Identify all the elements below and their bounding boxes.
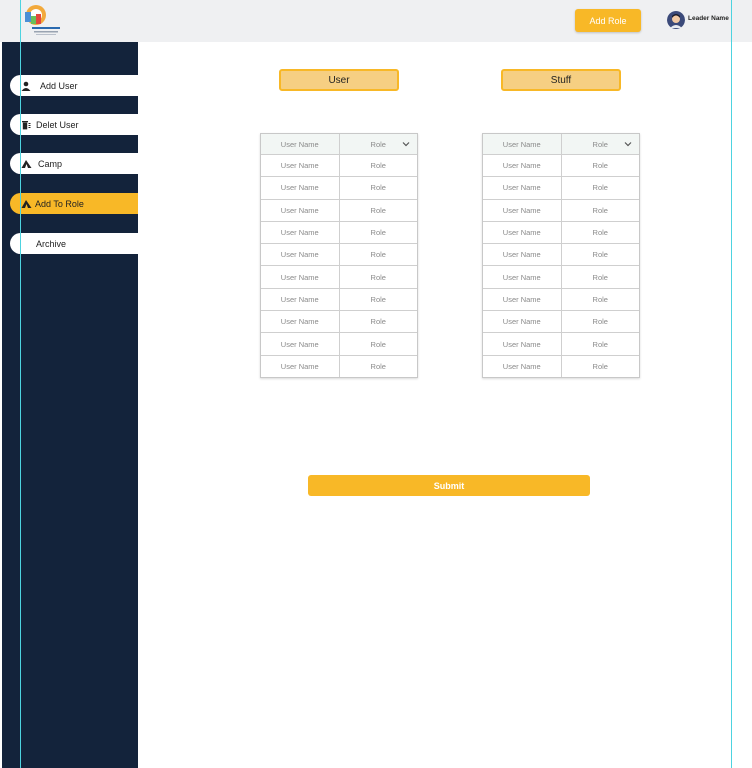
tent-icon bbox=[20, 198, 32, 210]
table-row[interactable]: User Name Role bbox=[483, 154, 640, 177]
user-name-cell: User Name bbox=[483, 288, 562, 311]
user-name-cell: User Name bbox=[483, 333, 562, 355]
sidebar-item-camp[interactable]: Camp bbox=[10, 153, 138, 174]
user-name-cell: User Name bbox=[261, 333, 340, 355]
role-cell[interactable]: Role bbox=[562, 177, 640, 198]
table-row[interactable]: User Name Role bbox=[483, 220, 640, 244]
table-row[interactable]: User Name Role bbox=[261, 332, 418, 355]
role-dropdown[interactable]: Role bbox=[562, 134, 640, 154]
table-row[interactable]: User Name Role bbox=[261, 310, 418, 333]
table-row[interactable]: User Name Role bbox=[261, 265, 418, 288]
role-cell[interactable]: Role bbox=[340, 333, 418, 354]
table-row[interactable]: User Name Role bbox=[261, 354, 418, 377]
user-table: User Name Role User Name Role User Name Role U… bbox=[260, 133, 418, 378]
user-name-cell: User Name bbox=[483, 155, 562, 177]
role-cell[interactable]: Role bbox=[340, 200, 418, 221]
sidebar-item-label: Delet User bbox=[36, 119, 79, 130]
role-cell[interactable]: Role bbox=[562, 222, 640, 243]
header-user-name: User Name bbox=[261, 134, 340, 154]
table-row[interactable]: User Name Role bbox=[261, 198, 418, 221]
table-header: User Name Role bbox=[483, 134, 639, 154]
app-logo bbox=[25, 5, 60, 35]
role-cell[interactable]: Role bbox=[562, 333, 640, 354]
sidebar-item-label: Add User bbox=[40, 80, 78, 91]
user-name-cell: User Name bbox=[261, 155, 340, 177]
table-row[interactable]: User Name Role bbox=[483, 354, 640, 377]
role-dropdown[interactable]: Role bbox=[340, 134, 418, 154]
user-name-cell: User Name bbox=[261, 266, 340, 288]
table-row[interactable]: User Name Role bbox=[261, 176, 418, 199]
header-role: Role bbox=[370, 139, 386, 149]
tent-icon bbox=[20, 158, 32, 170]
sidebar-item-label: Archive bbox=[36, 238, 67, 249]
role-cell[interactable]: Role bbox=[340, 266, 418, 287]
table-row[interactable]: User Name Role bbox=[483, 243, 640, 266]
avatar-icon bbox=[667, 11, 685, 29]
avatar[interactable] bbox=[667, 11, 685, 29]
add-role-button[interactable]: Add Role bbox=[575, 9, 641, 32]
leader-name: Leader Name bbox=[688, 15, 729, 22]
trash-icon bbox=[20, 119, 32, 131]
role-cell[interactable]: Role bbox=[562, 266, 640, 287]
role-cell[interactable]: Role bbox=[562, 356, 640, 377]
chevron-down-icon bbox=[624, 142, 632, 147]
chevron-down-icon bbox=[402, 142, 410, 147]
table-row[interactable]: User Name Role bbox=[261, 243, 418, 266]
sidebar-item-add-user[interactable]: Add User bbox=[10, 75, 138, 96]
user-name-cell: User Name bbox=[261, 221, 340, 244]
sidebar-item-delet-user[interactable]: Delet User bbox=[10, 114, 138, 135]
role-cell[interactable]: Role bbox=[340, 222, 418, 243]
user-name-cell: User Name bbox=[261, 244, 340, 266]
user-name-cell: User Name bbox=[483, 221, 562, 244]
table-row[interactable]: User Name Role bbox=[261, 287, 418, 311]
user-name-cell: User Name bbox=[483, 355, 562, 377]
submit-button[interactable]: Submit bbox=[308, 475, 590, 496]
role-cell[interactable]: Role bbox=[562, 155, 640, 176]
role-cell[interactable]: Role bbox=[562, 200, 640, 221]
user-name-cell: User Name bbox=[261, 288, 340, 311]
role-cell[interactable]: Role bbox=[340, 289, 418, 310]
table-row[interactable]: User Name Role bbox=[483, 310, 640, 333]
guide-line-left bbox=[20, 0, 21, 768]
user-name-cell: User Name bbox=[261, 355, 340, 377]
role-cell[interactable]: Role bbox=[340, 177, 418, 198]
table-header: User Name Role bbox=[261, 134, 417, 154]
user-name-cell: User Name bbox=[483, 177, 562, 199]
table-row[interactable]: User Name Role bbox=[483, 265, 640, 288]
table-row[interactable]: User Name Role bbox=[261, 154, 418, 177]
user-name-cell: User Name bbox=[483, 244, 562, 266]
user-name-cell: User Name bbox=[483, 311, 562, 333]
header-role: Role bbox=[592, 139, 608, 149]
user-name-cell: User Name bbox=[261, 199, 340, 221]
guide-line-right bbox=[731, 0, 732, 768]
user-name-cell: User Name bbox=[261, 311, 340, 333]
role-cell[interactable]: Role bbox=[562, 289, 640, 310]
header-user-name: User Name bbox=[483, 134, 562, 154]
sidebar-item-label: Add To Role bbox=[35, 198, 84, 209]
top-bar: Add Role Leader Name bbox=[0, 0, 752, 42]
sidebar bbox=[2, 42, 138, 768]
tab-user[interactable]: User bbox=[279, 69, 399, 91]
table-row[interactable]: User Name Role bbox=[261, 220, 418, 244]
role-cell[interactable]: Role bbox=[340, 311, 418, 332]
sidebar-item-add-to-role[interactable]: Add To Role bbox=[10, 193, 138, 214]
table-row[interactable]: User Name Role bbox=[483, 176, 640, 199]
user-name-cell: User Name bbox=[483, 199, 562, 221]
role-cell[interactable]: Role bbox=[340, 155, 418, 176]
user-name-cell: User Name bbox=[261, 177, 340, 199]
role-cell[interactable]: Role bbox=[562, 244, 640, 265]
table-row[interactable]: User Name Role bbox=[483, 332, 640, 355]
user-name-cell: User Name bbox=[483, 266, 562, 288]
user-icon bbox=[20, 80, 32, 92]
stuff-table: User Name Role User Name Role User Name Role U… bbox=[482, 133, 640, 378]
role-cell[interactable]: Role bbox=[340, 244, 418, 265]
table-row[interactable]: User Name Role bbox=[483, 198, 640, 221]
role-cell[interactable]: Role bbox=[340, 356, 418, 377]
sidebar-item-archive[interactable]: Archive bbox=[10, 233, 138, 254]
sidebar-item-label: Camp bbox=[38, 158, 63, 169]
role-cell[interactable]: Role bbox=[562, 311, 640, 332]
table-row[interactable]: User Name Role bbox=[483, 287, 640, 311]
tab-stuff[interactable]: Stuff bbox=[501, 69, 621, 91]
